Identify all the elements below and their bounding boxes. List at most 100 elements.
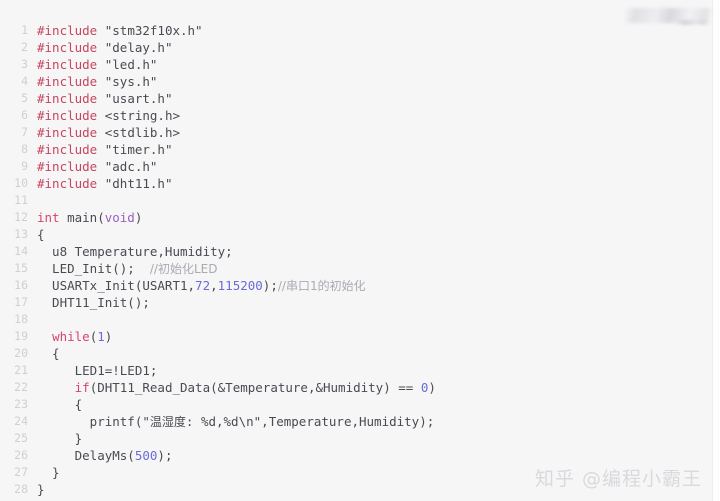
line-number: 25 (14, 431, 28, 445)
line-content[interactable]: } (28, 481, 45, 498)
line-content[interactable]: DelayMs(500); (28, 447, 173, 464)
line-content[interactable]: #include <string.h> (28, 107, 180, 124)
line-content[interactable]: #include "sys.h" (28, 73, 157, 90)
code-token-str: "dht11.h" (104, 176, 173, 191)
code-line[interactable]: 22 if(DHT11_Read_Data(&Temperature,&Humi… (0, 379, 712, 396)
code-token-plain: 温湿度 (149, 415, 186, 429)
code-line[interactable]: 4 #include "sys.h" (0, 73, 712, 90)
code-token-str: <string.h> (104, 108, 181, 123)
code-token-plain: } (37, 431, 83, 446)
line-content[interactable]: if(DHT11_Read_Data(&Temperature,&Humidit… (28, 379, 436, 396)
code-token-str: "delay.h" (104, 40, 173, 55)
line-number: 8 (21, 142, 28, 156)
code-line[interactable]: 17 DHT11_Init(); (0, 294, 712, 311)
line-number: 16 (14, 278, 28, 292)
code-line[interactable]: 25 } (0, 430, 712, 447)
code-line[interactable]: 21 LED1=!LED1; (0, 362, 712, 379)
code-line[interactable]: 14 u8 Temperature,Humidity; (0, 243, 712, 260)
line-content[interactable]: #include "stm32f10x.h" (28, 22, 203, 39)
line-content[interactable]: { (28, 345, 60, 362)
code-token-pre: #include (37, 40, 98, 55)
code-line[interactable]: 24 printf("温湿度: %d,%d\n",Temperature,Hum… (0, 413, 712, 430)
line-number: 10 (14, 176, 28, 190)
code-token-num: 500 (134, 448, 158, 463)
code-token-plain: LED1=!LED1; (37, 363, 158, 378)
code-line[interactable]: 13 { (0, 226, 712, 243)
line-number: 20 (14, 346, 28, 360)
line-number: 19 (14, 329, 28, 343)
code-line[interactable]: 6 #include <string.h> (0, 107, 712, 124)
code-token-type: void (104, 210, 135, 225)
code-token-plain: printf(" (37, 414, 150, 429)
line-content[interactable]: #include "delay.h" (28, 39, 172, 56)
line-content[interactable]: USARTx_Init(USART1,72,115200);//串口1的初始化 (28, 277, 366, 295)
code-line[interactable]: 8 #include "timer.h" (0, 141, 712, 158)
code-token-cmt: //串口1的初始化 (277, 279, 366, 293)
line-content[interactable]: while(1) (28, 328, 112, 345)
code-token-pre: #include (37, 91, 98, 106)
code-line[interactable]: 16 USARTx_Init(USART1,72,115200);//串口1的初… (0, 277, 712, 294)
line-number: 6 (21, 108, 28, 122)
code-token-num: 115200 (217, 278, 263, 293)
code-token-pre: #include (37, 142, 98, 157)
code-token-plain: ); (157, 448, 173, 463)
code-line[interactable]: 26 DelayMs(500); (0, 447, 712, 464)
code-token-str: "adc.h" (104, 159, 158, 174)
line-number: 24 (14, 414, 28, 428)
code-token-plain: main( (59, 210, 105, 225)
line-number: 7 (21, 125, 28, 139)
line-content[interactable]: LED1=!LED1; (28, 362, 158, 379)
code-line[interactable]: 23 { (0, 396, 712, 413)
line-content[interactable]: int main(void) (28, 209, 142, 226)
line-number: 26 (14, 448, 28, 462)
zhihu-watermark: 知乎 @编程小霸王 (535, 464, 702, 491)
code-line[interactable]: 2 #include "delay.h" (0, 39, 712, 56)
code-line[interactable]: 9 #include "adc.h" (0, 158, 712, 175)
code-line[interactable]: 7 #include <stdlib.h> (0, 124, 712, 141)
code-line[interactable]: 20 { (0, 345, 712, 362)
code-line[interactable]: 1 #include "stm32f10x.h" (0, 22, 712, 39)
code-line[interactable]: 19 while(1) (0, 328, 712, 345)
code-token-plain: } (37, 482, 45, 497)
code-token-plain: ); (262, 278, 278, 293)
line-number: 23 (14, 397, 28, 411)
code-token-pre: #include (37, 159, 98, 174)
code-viewer: 1 #include "stm32f10x.h" 2 #include "delay.… (0, 0, 720, 501)
line-content[interactable]: u8 Temperature,Humidity; (28, 243, 233, 260)
code-line[interactable]: 11 (0, 192, 712, 209)
line-content[interactable]: #include <stdlib.h> (28, 124, 180, 141)
code-line[interactable]: 18 (0, 311, 712, 328)
code-line[interactable]: 3 #include "led.h" (0, 56, 712, 73)
line-content[interactable]: #include "adc.h" (28, 158, 157, 175)
line-number: 14 (14, 244, 28, 258)
line-content[interactable]: #include "dht11.h" (28, 175, 172, 192)
line-content[interactable]: #include "usart.h" (28, 90, 172, 107)
code-line[interactable]: 15 LED_Init(); //初始化LED (0, 260, 712, 277)
code-token-plain: { (37, 227, 45, 242)
code-token-str: "led.h" (104, 57, 158, 72)
line-content[interactable]: #include "led.h" (28, 56, 157, 73)
zhihu-brand-label: 知乎 (534, 468, 575, 490)
code-line[interactable]: 5 #include "usart.h" (0, 90, 712, 107)
code-line[interactable]: 12 int main(void) (0, 209, 712, 226)
line-content[interactable]: } (28, 430, 83, 447)
line-content[interactable]: LED_Init(); //初始化LED (28, 260, 218, 278)
code-token-cmt: //初始化LED (149, 262, 218, 276)
code-block[interactable]: 1 #include "stm32f10x.h" 2 #include "delay.… (0, 22, 712, 498)
line-content[interactable]: { (28, 396, 83, 413)
code-line[interactable]: 10 #include "dht11.h" (0, 175, 712, 192)
code-token-str: "timer.h" (104, 142, 173, 157)
line-content[interactable]: DHT11_Init(); (28, 294, 150, 311)
line-number: 28 (14, 482, 28, 496)
line-content[interactable]: #include "timer.h" (28, 141, 172, 158)
code-token-plain: ) (104, 329, 113, 344)
line-content[interactable]: printf("温湿度: %d,%d\n",Temperature,Humidi… (28, 413, 435, 431)
code-token-pre: #include (37, 108, 98, 123)
line-content[interactable]: } (28, 464, 60, 481)
line-number: 11 (14, 193, 28, 207)
line-content[interactable]: { (28, 226, 45, 243)
